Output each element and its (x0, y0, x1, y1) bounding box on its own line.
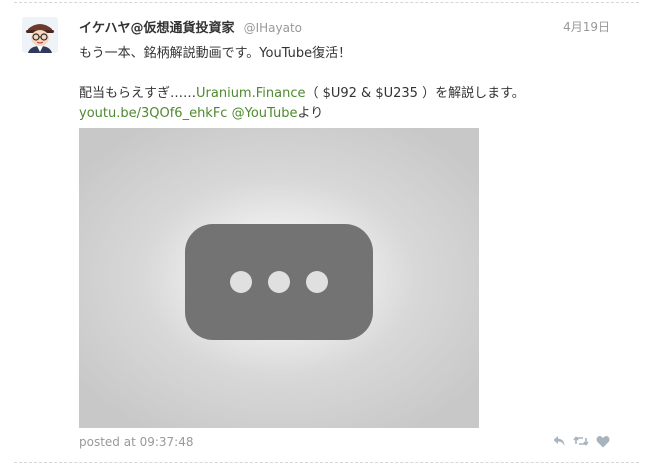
tweet-date[interactable]: 4月19日 (563, 18, 610, 36)
loading-dot (268, 271, 290, 293)
loading-dot (306, 271, 328, 293)
retweet-icon[interactable] (573, 433, 589, 449)
tweet-line-2: 配当もらえすぎ……Uranium.Finance（ $U92 & $U235 ）… (79, 84, 619, 104)
avatar[interactable] (22, 17, 58, 53)
top-divider (14, 2, 639, 3)
heart-icon[interactable] (595, 433, 611, 449)
tweet-line-1: もう一本、銘柄解説動画です。YouTube復活！ (79, 46, 352, 61)
tweet-text: もう一本、銘柄解説動画です。YouTube復活！ 配当もらえすぎ……Uraniu… (79, 44, 619, 124)
line2-prefix: 配当もらえすぎ…… (79, 86, 197, 101)
media-placeholder[interactable] (79, 128, 479, 428)
reply-icon[interactable] (551, 433, 567, 449)
more-dots-icon (185, 224, 373, 340)
line3-suffix: より (297, 106, 324, 121)
avatar-illustration (22, 17, 58, 53)
posted-at: posted at 09:37:48 (79, 435, 194, 449)
bottom-divider (14, 462, 639, 463)
tweet-header: イケハヤ@仮想通貨投資家 @IHayato (79, 17, 302, 37)
loading-dot (230, 271, 252, 293)
youtube-url-link[interactable]: youtu.be/3QOf6_ehkFc (79, 106, 227, 121)
uranium-finance-link[interactable]: Uranium.Finance (196, 86, 305, 101)
tweet-card: イケハヤ@仮想通貨投資家 @IHayato 4月19日 もう一本、銘柄解説動画で… (0, 0, 657, 468)
tweet-actions (545, 432, 611, 450)
youtube-mention-link[interactable]: @YouTube (232, 106, 298, 121)
tweet-line-3: youtu.be/3QOf6_ehkFc @YouTubeより (79, 104, 619, 124)
author-display-name[interactable]: イケハヤ@仮想通貨投資家 (79, 21, 234, 36)
line2-suffix: （ $U92 & $U235 ）を解説します。 (305, 86, 525, 101)
author-screen-name[interactable]: @IHayato (244, 21, 302, 35)
